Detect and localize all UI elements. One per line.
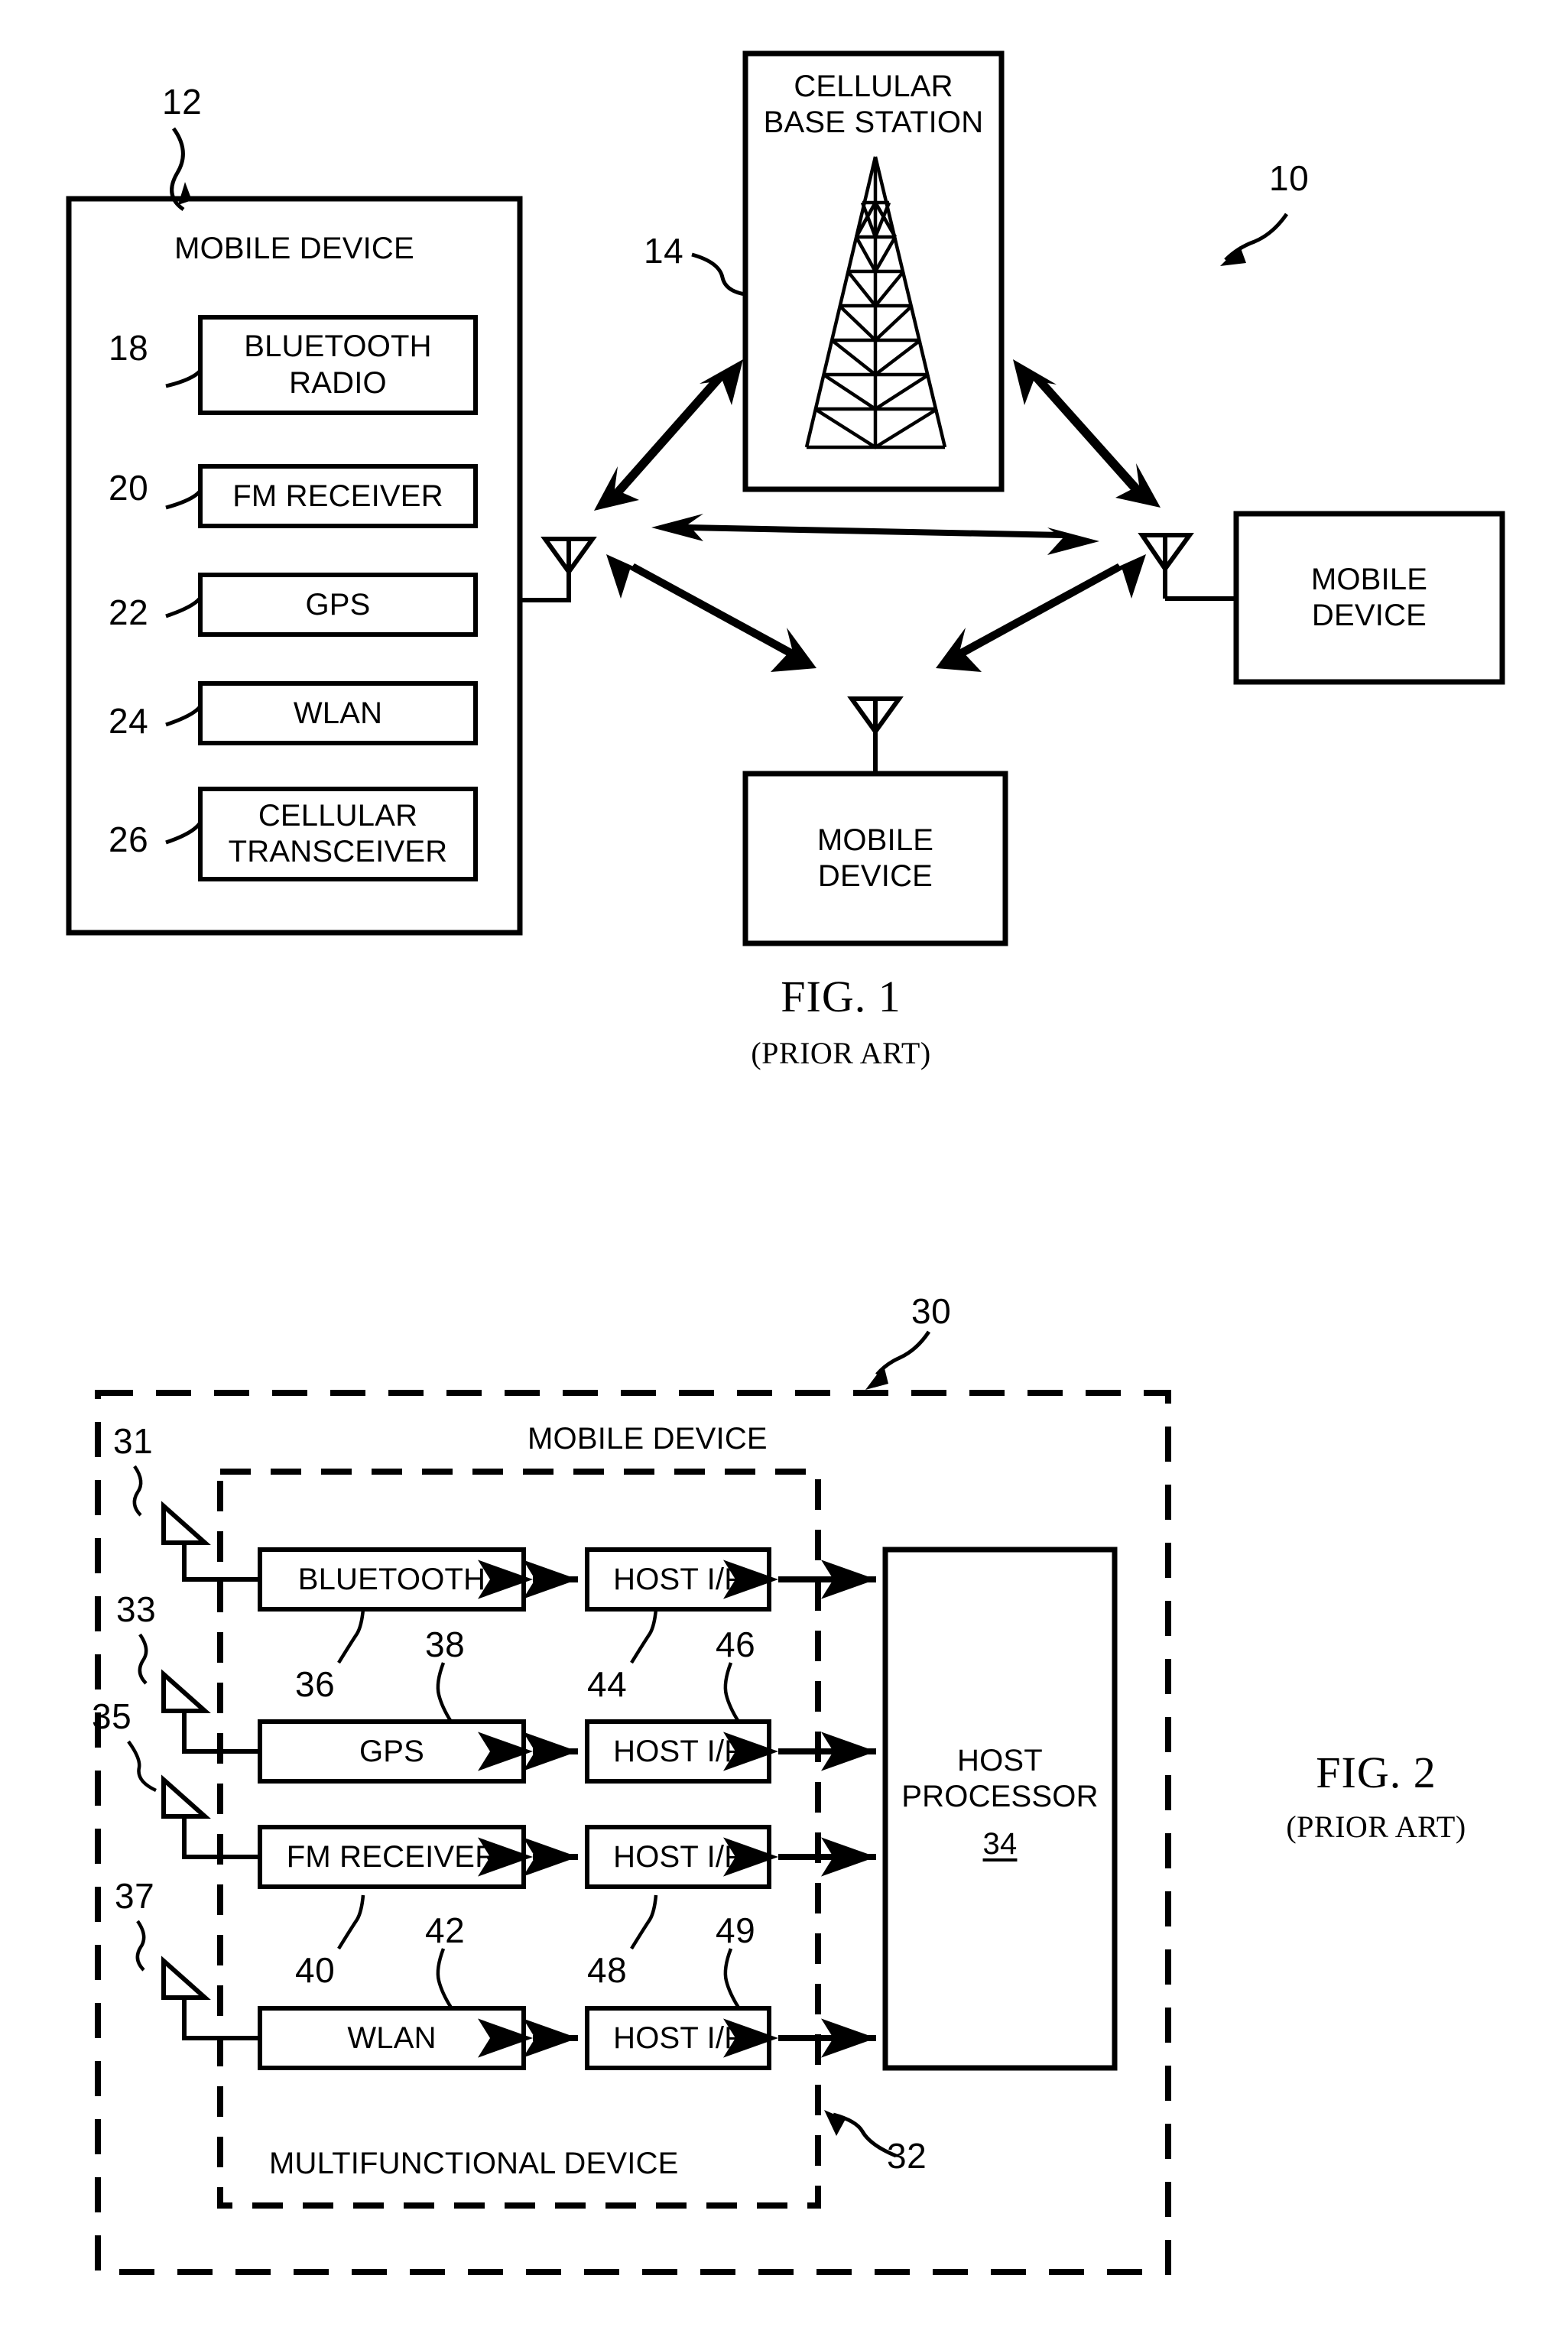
fig2-wlan-label: WLAN <box>347 2021 437 2055</box>
leader-12-arrowhead <box>178 182 192 205</box>
fig1-link-base-to-peer-right <box>1013 359 1161 508</box>
fig2-outer-title: MOBILE DEVICE <box>528 1422 768 1456</box>
leader-20 <box>165 489 202 510</box>
fig2-hostif-label-3: HOST I/F <box>613 1839 743 1874</box>
ref-numeral-26: 26 <box>109 820 149 859</box>
fig1-link-mobile-to-peer-right <box>651 514 1099 555</box>
leader-35 <box>127 1740 157 1793</box>
fig1-bluetooth-radio-line1: BLUETOOTH <box>244 329 432 364</box>
leader-40 <box>337 1894 365 1950</box>
fig2-bluetooth-label: BLUETOOTH <box>297 1562 486 1596</box>
fig1-peer-bottom-line2: DEVICE <box>817 859 933 893</box>
fig1-fm-receiver-label: FM RECEIVER <box>232 479 443 513</box>
fig1-mobile-device-title: MOBILE DEVICE <box>174 231 414 265</box>
fig2-antenna-33 <box>161 1669 260 1754</box>
patent-drawing-sheet: 12 10 14 MOBILE DEVICE 18 20 22 24 26 BL… <box>0 0 1568 2350</box>
fig1-link-mobile-to-peer-bottom <box>606 554 816 672</box>
fig1-mobile-device-antenna <box>520 537 597 602</box>
ref-numeral-10: 10 <box>1269 158 1310 198</box>
fig1-peer-bottom-antenna <box>847 696 904 774</box>
ref-numeral-12: 12 <box>162 82 203 122</box>
ref-numeral-31: 31 <box>113 1421 154 1461</box>
leader-32-arrowhead <box>824 2110 846 2136</box>
leader-14 <box>691 252 746 297</box>
fig2-host-processor-label: HOST PROCESSOR 34 <box>885 1726 1115 1879</box>
fig2-hostif-label-2: HOST I/F <box>613 1734 743 1768</box>
ref-numeral-32: 32 <box>887 2136 927 2176</box>
leader-37 <box>135 1920 146 1972</box>
leader-49 <box>723 1948 740 2009</box>
fig2-gps-label: GPS <box>359 1734 425 1768</box>
fig1-base-station-line1: CELLULAR <box>794 69 953 103</box>
leader-30 <box>875 1330 931 1376</box>
leader-10-arrowhead <box>1220 246 1246 266</box>
ref-numeral-35: 35 <box>92 1696 132 1736</box>
fig2-fm-receiver-label: FM RECEIVER <box>286 1839 498 1874</box>
leader-46 <box>723 1662 740 1723</box>
leader-48 <box>630 1894 658 1950</box>
ref-numeral-18: 18 <box>109 328 149 368</box>
fig2-host-processor-line1: HOST <box>957 1744 1043 1778</box>
fig1-bluetooth-radio-line2: RADIO <box>289 365 387 400</box>
ref-numeral-24: 24 <box>109 701 149 741</box>
fig1-subcaption: (PRIOR ART) <box>751 1036 931 1070</box>
fig1-peer-right-line1: MOBILE <box>1310 562 1428 596</box>
fig1-peer-right-line2: DEVICE <box>1311 599 1427 632</box>
fig1-base-station-label: CELLULAR BASE STATION <box>745 63 1002 147</box>
ref-numeral-42: 42 <box>425 1910 466 1950</box>
leader-12 <box>170 127 185 212</box>
ref-numeral-20: 20 <box>109 468 149 508</box>
ref-numeral-48: 48 <box>587 1950 628 1990</box>
ref-numeral-49: 49 <box>716 1910 756 1950</box>
ref-numeral-30: 30 <box>911 1291 952 1331</box>
fig2-subcaption: (PRIOR ART) <box>1286 1810 1466 1844</box>
leader-18 <box>165 369 202 388</box>
ref-numeral-38: 38 <box>425 1625 466 1664</box>
fig1-cellular-transceiver-line1: CELLULAR <box>258 798 418 833</box>
ref-numeral-33: 33 <box>116 1589 157 1629</box>
fig2-host-processor-line2: PROCESSOR <box>901 1780 1099 1814</box>
leader-10 <box>1224 213 1289 261</box>
fig1-gps-label: GPS <box>305 587 371 622</box>
fig1-base-station-line2: BASE STATION <box>763 105 984 139</box>
leader-42 <box>436 1948 453 2009</box>
fig1-peer-right-antenna <box>1138 533 1236 601</box>
ref-numeral-46: 46 <box>716 1625 756 1664</box>
fig2-hostif-label-4: HOST I/F <box>613 2021 743 2055</box>
fig2-inner-title: MULTIFUNCTIONAL DEVICE <box>269 2147 679 2180</box>
fig2-antenna-35 <box>161 1774 260 1859</box>
fig2-hostif-label-1: HOST I/F <box>613 1562 743 1596</box>
ref-numeral-36: 36 <box>295 1664 336 1704</box>
fig1-peer-bottom-label: MOBILE DEVICE <box>745 774 1005 943</box>
fig1-peer-bottom-line1: MOBILE <box>816 823 934 857</box>
fig1-link-peer-right-to-peer-bottom <box>936 554 1146 672</box>
ref-numeral-44: 44 <box>587 1664 628 1704</box>
leader-24 <box>165 705 202 727</box>
fig2-antenna-31 <box>161 1501 260 1582</box>
fig1-link-mobile-to-base <box>594 359 743 511</box>
fig1-cellular-transceiver-line2: TRANSCEIVER <box>228 835 448 868</box>
fig2-antenna-37 <box>161 1956 260 2040</box>
leader-38 <box>436 1662 453 1723</box>
leader-44 <box>630 1608 658 1664</box>
fig2-caption: FIG. 2 <box>1316 1748 1437 1797</box>
fig1-bluetooth-radio-label: BLUETOOTH RADIO <box>200 317 476 413</box>
leader-36 <box>337 1608 365 1664</box>
cell-tower-icon <box>804 156 947 450</box>
fig1-caption: FIG. 1 <box>781 972 901 1021</box>
ref-numeral-34: 34 <box>982 1826 1018 1861</box>
leader-26 <box>165 821 203 845</box>
leader-22 <box>165 596 202 618</box>
fig1-peer-right-label: MOBILE DEVICE <box>1236 514 1502 682</box>
leader-33 <box>138 1633 148 1685</box>
ref-numeral-40: 40 <box>295 1950 336 1990</box>
fig1-cellular-transceiver-label: CELLULAR TRANSCEIVER <box>200 789 476 879</box>
ref-numeral-14: 14 <box>644 231 684 271</box>
ref-numeral-22: 22 <box>109 592 149 632</box>
leader-31 <box>132 1465 143 1517</box>
ref-numeral-37: 37 <box>115 1876 155 1916</box>
fig1-wlan-label: WLAN <box>293 696 383 730</box>
leader-30-arrowhead <box>865 1365 888 1390</box>
